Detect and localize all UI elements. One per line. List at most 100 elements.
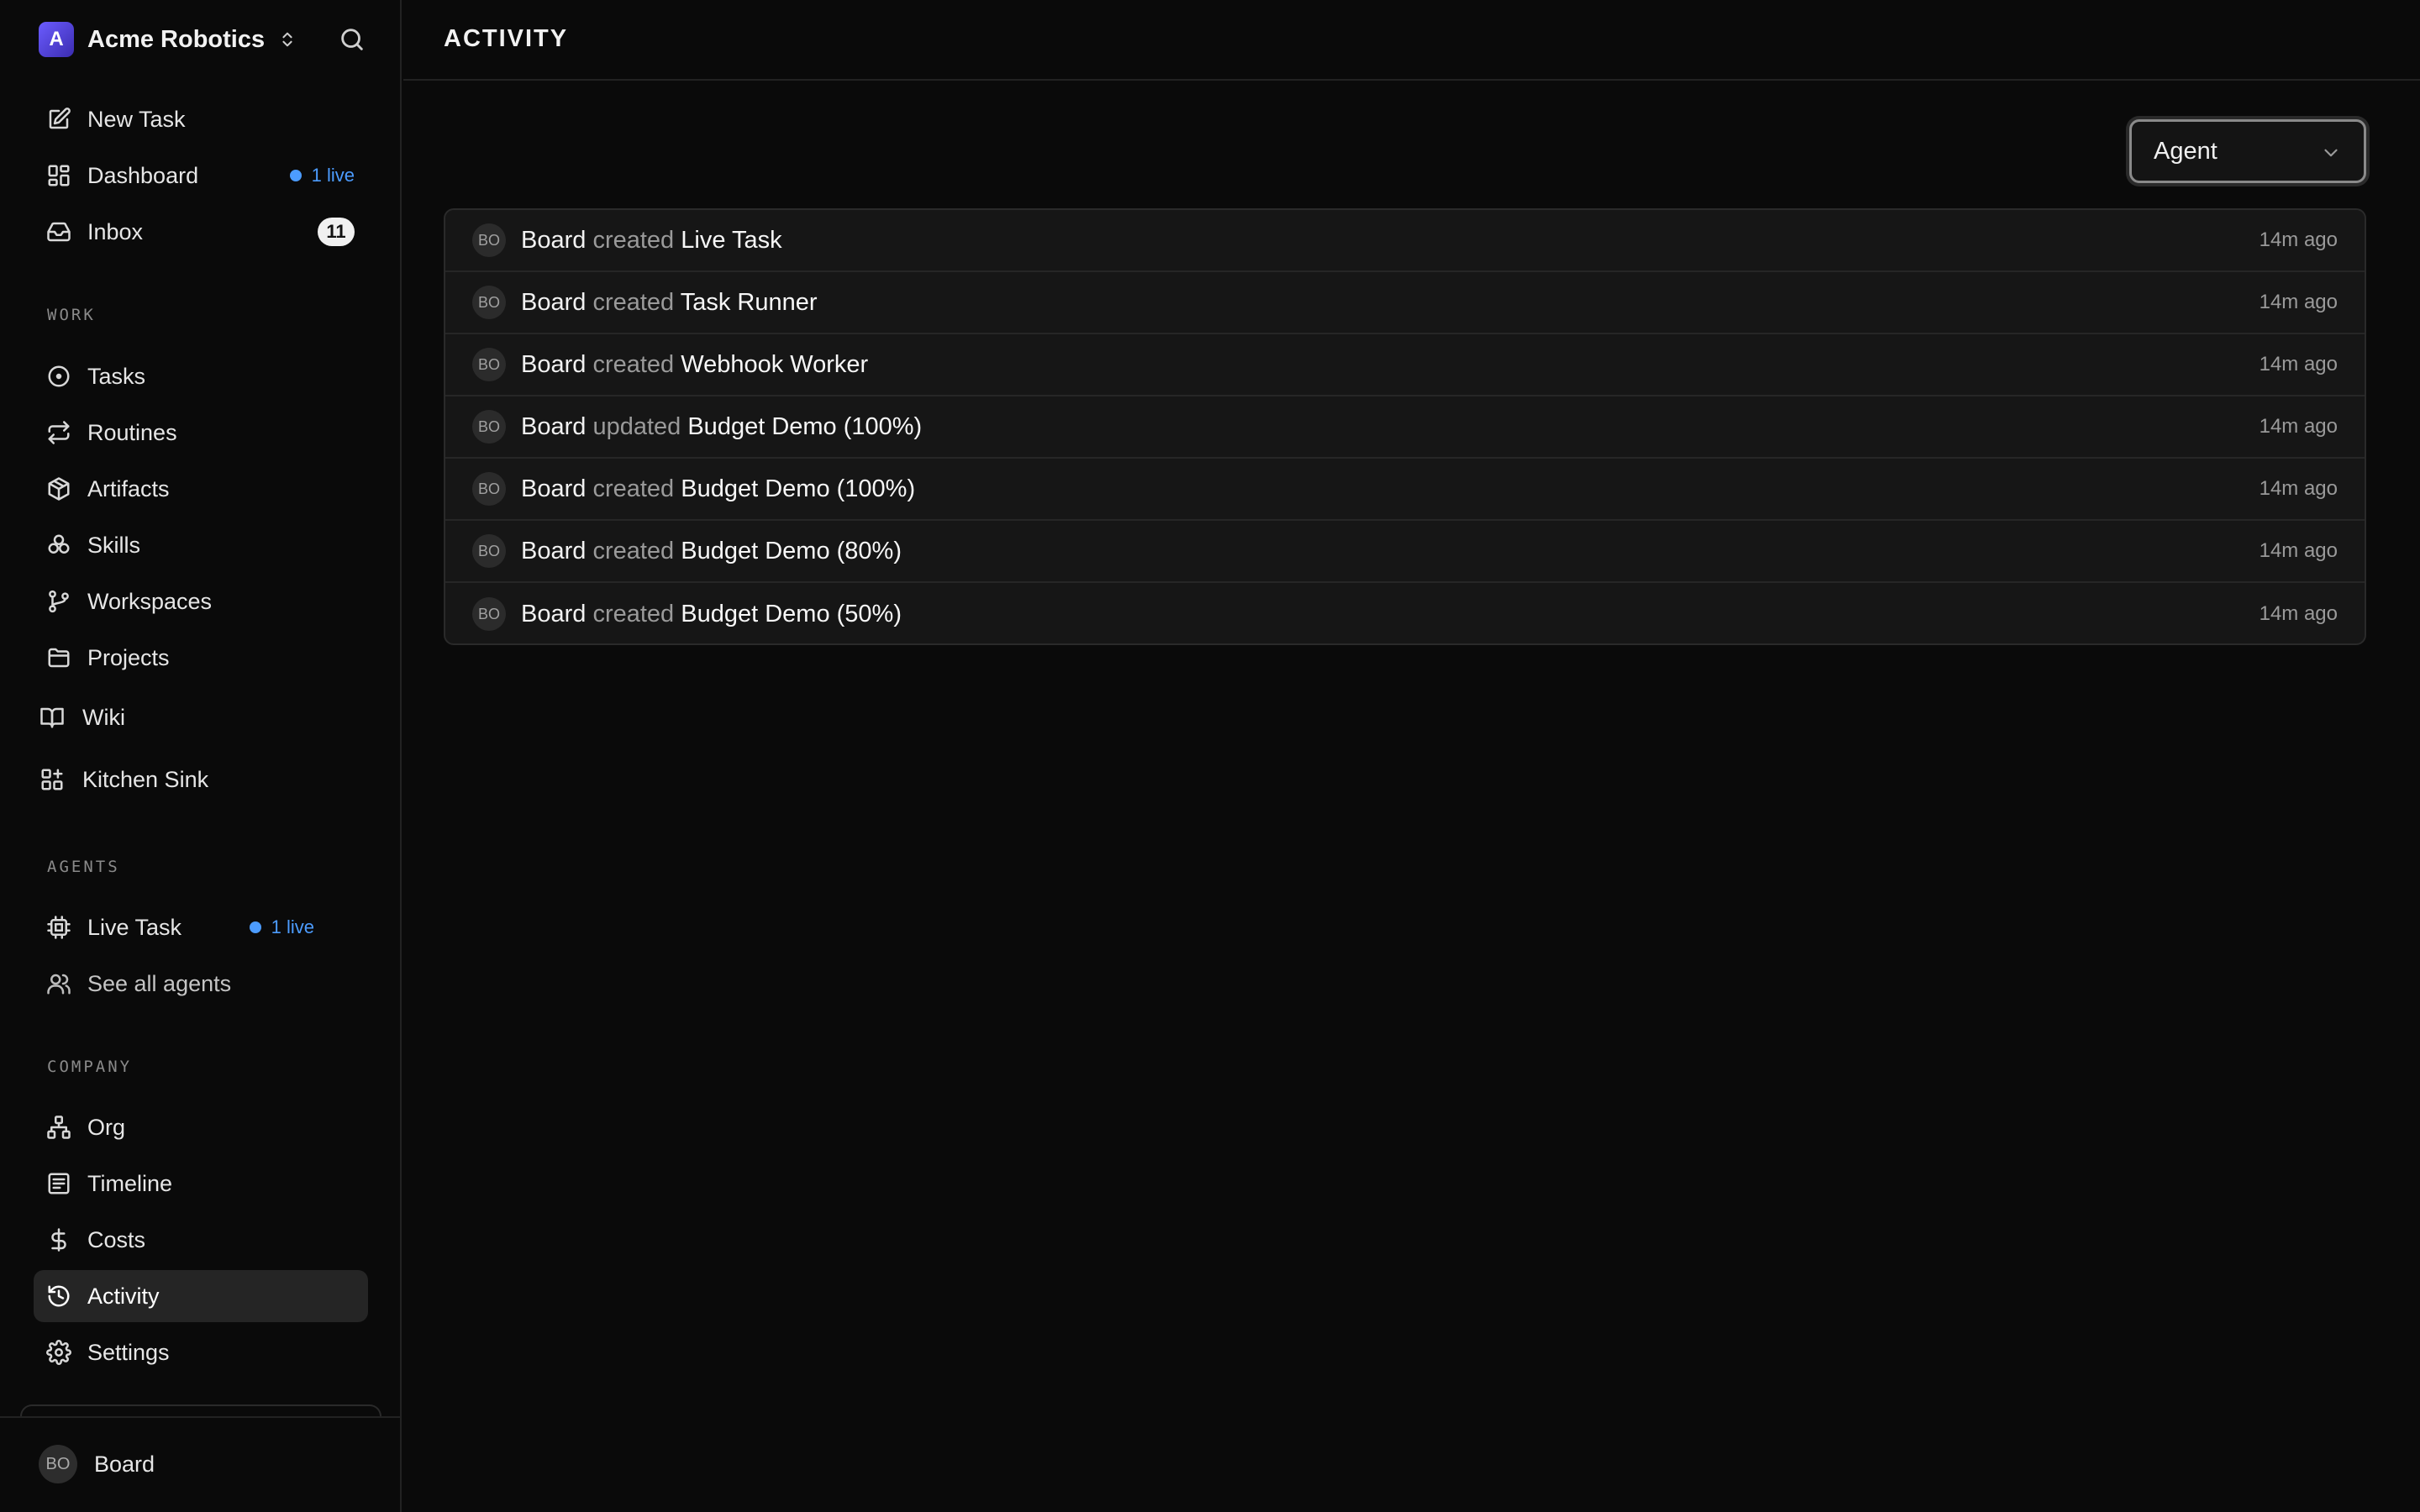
activity-filter-select[interactable]: Agent: [2129, 119, 2366, 183]
nav-tasks[interactable]: Tasks: [34, 350, 368, 402]
nav-projects[interactable]: Projects: [34, 632, 368, 684]
activity-actor: Board: [521, 288, 587, 316]
company-switcher[interactable]: A Acme Robotics: [39, 22, 297, 57]
activity-row[interactable]: BO Board created Task Runner 14m ago: [445, 272, 2365, 334]
live-dot: [249, 921, 261, 933]
activity-row[interactable]: BO Board updated Budget Demo (100%) 14m …: [445, 396, 2365, 459]
timeline-icon: [45, 1170, 72, 1197]
nav-see-all-agents[interactable]: See all agents: [34, 958, 368, 1010]
git-branch-icon: [45, 588, 72, 615]
grid-plus-icon: [39, 766, 66, 793]
activity-text: Board updated Budget Demo (100%): [521, 413, 922, 441]
activity-text: Board created Task Runner: [521, 289, 818, 317]
nav-activity[interactable]: Activity: [34, 1270, 368, 1322]
nav-costs[interactable]: Costs: [34, 1214, 368, 1266]
activity-row[interactable]: BO Board created Budget Demo (50%) 14m a…: [445, 583, 2365, 643]
activity-time: 14m ago: [2259, 415, 2338, 438]
activity-verb: updated: [592, 412, 681, 440]
activity-row[interactable]: BO Board created Live Task 14m ago: [445, 210, 2365, 272]
company-logo: A: [39, 22, 74, 57]
nav-label: Kitchen Sink: [82, 766, 209, 792]
avatar: BO: [472, 534, 506, 568]
avatar: BO: [472, 410, 506, 444]
nav-wiki[interactable]: Wiki: [27, 691, 361, 743]
nav-label: Settings: [87, 1339, 170, 1365]
folder-icon: [45, 644, 72, 671]
nav-label: Projects: [87, 644, 170, 670]
nav-dashboard[interactable]: Dashboard 1 live: [34, 150, 368, 202]
nav-skills[interactable]: Skills: [34, 519, 368, 571]
activity-text: Board created Webhook Worker: [521, 351, 868, 379]
activity-row[interactable]: BO Board created Webhook Worker 14m ago: [445, 334, 2365, 396]
activity-row[interactable]: BO Board created Budget Demo (100%) 14m …: [445, 459, 2365, 521]
activity-list: BO Board created Live Task 14m ago BO Bo…: [444, 208, 2366, 645]
activity-text: Board created Live Task: [521, 227, 782, 255]
activity-target[interactable]: Budget Demo (80%): [681, 538, 902, 564]
nav-timeline[interactable]: Timeline: [34, 1158, 368, 1210]
nav-label: Inbox: [87, 218, 144, 244]
section-header-company: COMPANY: [47, 1058, 133, 1076]
filter-selected-value: Agent: [2154, 137, 2217, 165]
activity-row[interactable]: BO Board created Budget Demo (80%) 14m a…: [445, 521, 2365, 583]
history-icon: [45, 1283, 72, 1310]
activity-time: 14m ago: [2259, 353, 2338, 375]
activity-actor: Board: [521, 475, 587, 502]
user-name: Board: [94, 1451, 155, 1477]
nav-label: See all agents: [87, 970, 232, 996]
top-bar: ACTIVITY: [403, 0, 2420, 81]
avatar: BO: [472, 472, 506, 506]
avatar: BO: [472, 286, 506, 319]
user-menu[interactable]: BO Board: [39, 1445, 155, 1483]
inbox-icon: [45, 218, 72, 245]
skills-icon: [45, 532, 72, 559]
nav-inbox[interactable]: Inbox 11: [34, 206, 368, 258]
nav-kitchen-sink[interactable]: Kitchen Sink: [27, 753, 361, 806]
activity-target[interactable]: Webhook Worker: [681, 351, 868, 378]
nav-label: New Task: [87, 106, 186, 132]
activity-verb: created: [592, 600, 675, 627]
package-icon: [45, 475, 72, 502]
nav-settings[interactable]: Settings: [34, 1326, 368, 1378]
sidebar-divider: [0, 1416, 400, 1418]
activity-time: 14m ago: [2259, 228, 2338, 251]
nav-new-task[interactable]: New Task: [34, 93, 368, 145]
page-title: ACTIVITY: [444, 25, 569, 52]
users-icon: [45, 970, 72, 997]
activity-actor: Board: [521, 537, 587, 564]
nav-label: Artifacts: [87, 475, 170, 501]
live-badge-text: 1 live: [271, 916, 314, 937]
nav-label: Wiki: [82, 704, 125, 730]
nav-label: Timeline: [87, 1170, 173, 1196]
sidebar-scroll-edge: [20, 1404, 381, 1416]
repeat-icon: [45, 419, 72, 446]
nav-agent-live-task[interactable]: Live Task 1 live: [34, 901, 368, 953]
section-header-agents: AGENTS: [47, 858, 120, 876]
activity-target[interactable]: Task Runner: [681, 289, 818, 316]
activity-target[interactable]: Live Task: [681, 227, 781, 254]
nav-routines[interactable]: Routines: [34, 407, 368, 459]
book-icon: [39, 704, 66, 731]
activity-target[interactable]: Budget Demo (100%): [681, 475, 915, 502]
dashboard-icon: [45, 162, 72, 189]
activity-text: Board created Budget Demo (100%): [521, 475, 915, 503]
nav-label: Dashboard: [87, 162, 199, 188]
live-badge: 1 live: [289, 165, 355, 186]
activity-target[interactable]: Budget Demo (100%): [687, 413, 922, 440]
activity-time: 14m ago: [2259, 602, 2338, 625]
activity-actor: Board: [521, 350, 587, 378]
avatar: BO: [472, 597, 506, 631]
nav-org[interactable]: Org: [34, 1101, 368, 1153]
activity-target[interactable]: Budget Demo (50%): [681, 601, 902, 627]
nav-workspaces[interactable]: Workspaces: [34, 575, 368, 627]
live-badge-text: 1 live: [311, 165, 355, 186]
nav-label: Costs: [87, 1226, 146, 1252]
activity-verb: created: [592, 226, 675, 254]
activity-text: Board created Budget Demo (80%): [521, 538, 902, 565]
activity-time: 14m ago: [2259, 477, 2338, 500]
search-icon[interactable]: [338, 25, 366, 54]
nav-artifacts[interactable]: Artifacts: [34, 463, 368, 515]
org-chart-icon: [45, 1114, 72, 1141]
live-badge: 1 live: [249, 916, 314, 938]
nav-label: Tasks: [87, 363, 146, 389]
nav-label: Org: [87, 1114, 126, 1140]
